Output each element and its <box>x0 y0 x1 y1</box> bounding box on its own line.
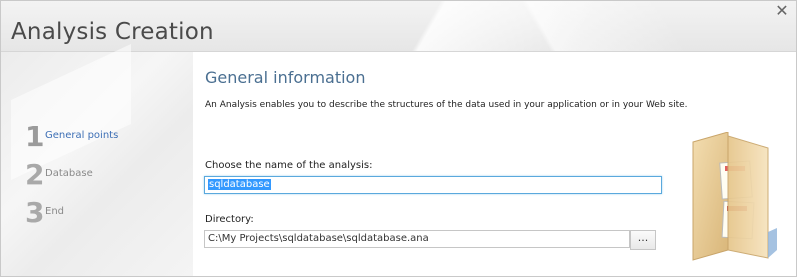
analysis-name-input[interactable]: sqldatabase <box>204 176 662 194</box>
wizard-steps-sidebar: 1 General points 2 Database 3 End <box>1 44 193 276</box>
window-title: Analysis Creation <box>11 19 214 45</box>
close-icon[interactable]: ✕ <box>774 3 790 19</box>
folder-documents-icon <box>692 132 777 261</box>
directory-label: Directory: <box>205 214 254 225</box>
step-number: 2 <box>25 158 45 191</box>
analysis-name-value: sqldatabase <box>208 179 271 190</box>
step-number: 1 <box>25 120 45 153</box>
analysis-creation-window: Analysis Creation ✕ 1 General points 2 D… <box>0 0 797 277</box>
title-bar: Analysis Creation ✕ <box>1 1 796 52</box>
step-label: Database <box>45 168 93 179</box>
step-label: General points <box>45 130 119 141</box>
analysis-name-label: Choose the name of the analysis: <box>205 160 373 171</box>
browse-button[interactable]: ... <box>630 230 656 250</box>
directory-input[interactable]: C:\My Projects\sqldatabase\sqldatabase.a… <box>204 230 630 248</box>
step-number: 3 <box>25 196 45 229</box>
section-description: An Analysis enables you to describe the … <box>205 100 688 110</box>
section-heading: General information <box>205 68 366 87</box>
step-label: End <box>45 206 65 217</box>
title-decoration <box>276 1 796 51</box>
main-panel: General information An Analysis enables … <box>193 52 796 276</box>
